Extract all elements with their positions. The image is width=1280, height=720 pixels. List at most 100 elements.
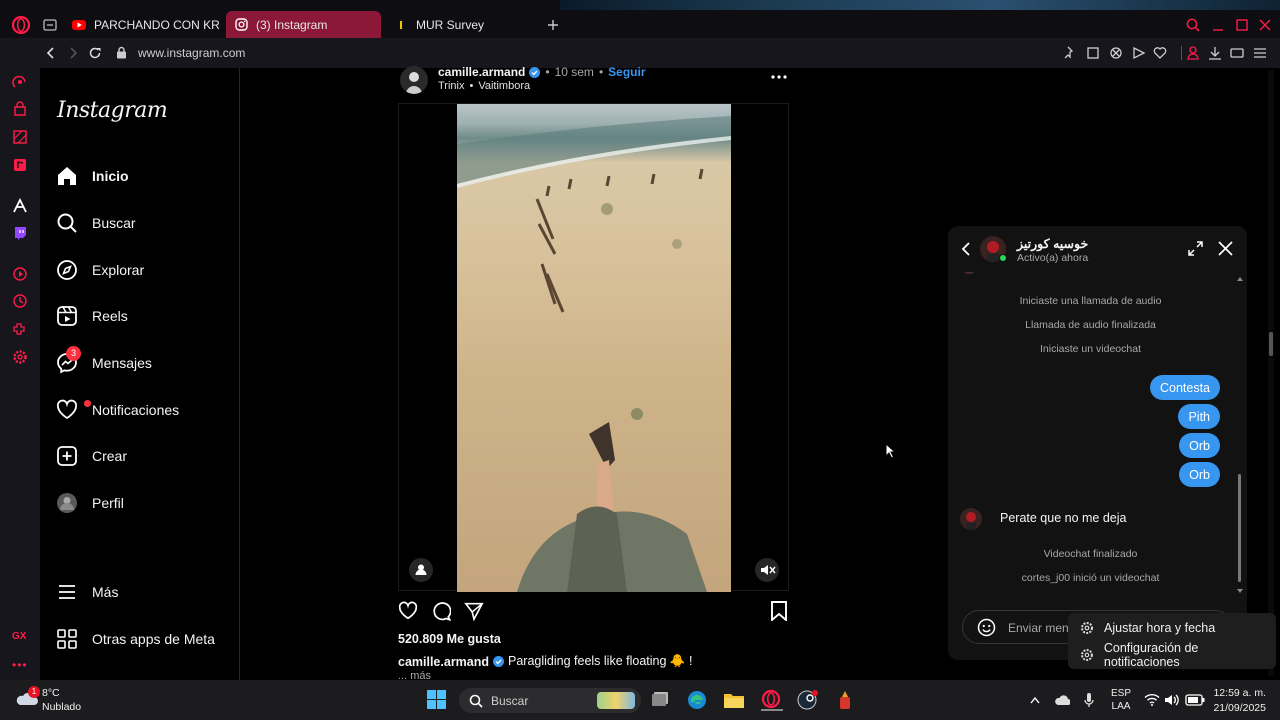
nav-mas[interactable]: Más	[56, 572, 118, 612]
taskbar-clock[interactable]: 12:59 a. m. 21/09/2025	[1200, 687, 1266, 714]
lock-icon[interactable]	[116, 46, 127, 59]
mute-icon[interactable]	[755, 558, 779, 582]
dm-chat-panel: خوسیه کورتیز Activo(a) ahora Iniciaste u…	[948, 226, 1247, 660]
scroll-down-arrow[interactable]	[1237, 589, 1243, 594]
browser-tab-bar: PARCHANDO CON KRIS R (3) Instagram MUR S…	[0, 0, 1280, 38]
post-caption: camille.armand Paragliding feels like fl…	[398, 654, 692, 669]
taskbar-search[interactable]: Buscar	[459, 688, 641, 713]
app-icon[interactable]	[836, 690, 854, 710]
caption-more[interactable]: ... más	[398, 670, 431, 680]
scrollbar-thumb[interactable]	[1269, 332, 1273, 356]
tray-context-menu: Ajustar hora y fecha Configuración de no…	[1068, 613, 1276, 669]
url-field[interactable]: www.instagram.com	[138, 46, 245, 60]
nav-label: Otras apps de Meta	[92, 631, 215, 647]
menu-item-adjust-time[interactable]: Ajustar hora y fecha	[1080, 618, 1215, 638]
sent-message[interactable]: Orb	[1179, 433, 1220, 458]
like-heart-icon[interactable]	[398, 601, 418, 621]
nav-label: Más	[92, 584, 119, 600]
expand-icon[interactable]	[1188, 241, 1203, 256]
opera-gx-taskbar-icon[interactable]	[761, 689, 783, 711]
wifi-icon[interactable]	[1144, 693, 1160, 706]
more-dots-icon[interactable]: •••	[12, 658, 28, 674]
new-tab-plus-icon[interactable]	[547, 19, 559, 31]
player-icon[interactable]	[12, 266, 28, 282]
notification-dot	[84, 400, 91, 407]
gx-icon[interactable]: GX	[12, 631, 28, 647]
save-bookmark-icon[interactable]	[770, 601, 788, 621]
windows-start-icon[interactable]	[427, 690, 446, 709]
tray-overflow-icon[interactable]	[1030, 696, 1040, 704]
scroll-up-arrow[interactable]	[1237, 276, 1243, 281]
sent-message[interactable]: Pith	[1178, 404, 1220, 429]
chat-contact-name[interactable]: خوسیه کورتیز	[1017, 236, 1088, 251]
page-scrollbar[interactable]	[1268, 70, 1274, 676]
nav-buscar[interactable]: Buscar	[56, 203, 136, 243]
maximize-icon[interactable]	[1236, 19, 1248, 31]
nav-perfil[interactable]: Perfil	[56, 483, 124, 523]
instagram-icon	[234, 18, 248, 32]
twitch-icon[interactable]	[12, 225, 28, 241]
file-explorer-icon[interactable]	[723, 691, 745, 709]
forward-icon[interactable]	[67, 46, 79, 60]
follow-button[interactable]: Seguir	[608, 65, 645, 79]
edge-icon[interactable]	[687, 690, 707, 710]
tab-mur-survey[interactable]: MUR Survey	[386, 11, 536, 38]
close-window-icon[interactable]	[1259, 19, 1271, 31]
easy-setup-icon[interactable]	[12, 129, 28, 145]
post-likes[interactable]: 520.809 Me gusta	[398, 632, 501, 646]
history-icon[interactable]	[12, 293, 28, 309]
weather-widget[interactable]: 1 8°C Nublado	[14, 686, 104, 716]
language-indicator[interactable]: ESP LAA	[1107, 688, 1135, 712]
menu-icon	[59, 585, 75, 599]
post-audio-song[interactable]: Vaitimbora	[478, 80, 530, 92]
back-arrow-icon[interactable]	[961, 241, 971, 257]
received-message[interactable]: Perate que no me deja	[989, 505, 1138, 531]
post-audio-artist[interactable]: Trinix	[438, 80, 464, 92]
taskbar-search-placeholder: Buscar	[491, 693, 529, 708]
settings-gear-icon[interactable]	[12, 349, 28, 365]
nav-crear[interactable]: Crear	[56, 436, 127, 476]
lang-bottom: LAA	[1111, 701, 1131, 712]
tagged-users-icon[interactable]	[409, 558, 433, 582]
opera-logo-icon[interactable]	[12, 16, 30, 34]
post-author-avatar[interactable]	[400, 66, 428, 94]
aria-ai-icon[interactable]	[12, 74, 28, 90]
extension-a-icon[interactable]	[12, 198, 28, 214]
microphone-icon[interactable]	[1084, 692, 1094, 708]
tab-youtube[interactable]: PARCHANDO CON KRIS R	[64, 11, 224, 38]
nav-notificaciones[interactable]: Notificaciones	[56, 390, 179, 430]
chat-scrollbar[interactable]	[1237, 276, 1243, 594]
onedrive-icon[interactable]	[1054, 694, 1070, 706]
steam-icon[interactable]	[797, 690, 819, 710]
create-icon	[57, 446, 77, 466]
close-chat-icon[interactable]	[1218, 241, 1233, 256]
nav-reels[interactable]: Reels	[56, 296, 128, 336]
shopping-icon[interactable]	[12, 101, 28, 117]
task-view-icon[interactable]	[651, 690, 671, 708]
tab-workspaces-icon[interactable]	[43, 19, 57, 31]
caption-username[interactable]: camille.armand	[398, 655, 489, 669]
reload-icon[interactable]	[88, 46, 102, 60]
post-video[interactable]	[398, 103, 789, 592]
post-options-icon[interactable]	[771, 74, 787, 80]
music-icon[interactable]	[12, 157, 28, 173]
sent-message[interactable]: Contesta	[1149, 375, 1220, 400]
nav-explorar[interactable]: Explorar	[56, 250, 144, 290]
instagram-logo[interactable]: Instagram	[57, 98, 168, 123]
nav-inicio[interactable]: Inicio	[56, 156, 129, 196]
extensions-cube-icon[interactable]	[12, 321, 28, 337]
comment-icon[interactable]	[431, 601, 451, 621]
post-username[interactable]: camille.armand	[438, 65, 525, 79]
nav-mensajes[interactable]: 3 Mensajes	[56, 343, 152, 383]
minimize-icon[interactable]	[1212, 24, 1224, 32]
volume-icon[interactable]	[1164, 693, 1180, 707]
back-icon[interactable]	[45, 46, 57, 60]
tab-search-icon[interactable]	[1186, 18, 1200, 32]
sent-message[interactable]: Orb	[1179, 462, 1220, 487]
nav-meta-apps[interactable]: Otras apps de Meta	[56, 619, 215, 659]
emoji-icon[interactable]	[977, 618, 996, 637]
tab-instagram[interactable]: (3) Instagram	[226, 11, 381, 38]
scrollbar-thumb[interactable]	[1238, 474, 1241, 582]
share-icon[interactable]	[464, 601, 484, 621]
menu-item-notification-settings[interactable]: Configuración de notificaciones	[1080, 641, 1276, 669]
